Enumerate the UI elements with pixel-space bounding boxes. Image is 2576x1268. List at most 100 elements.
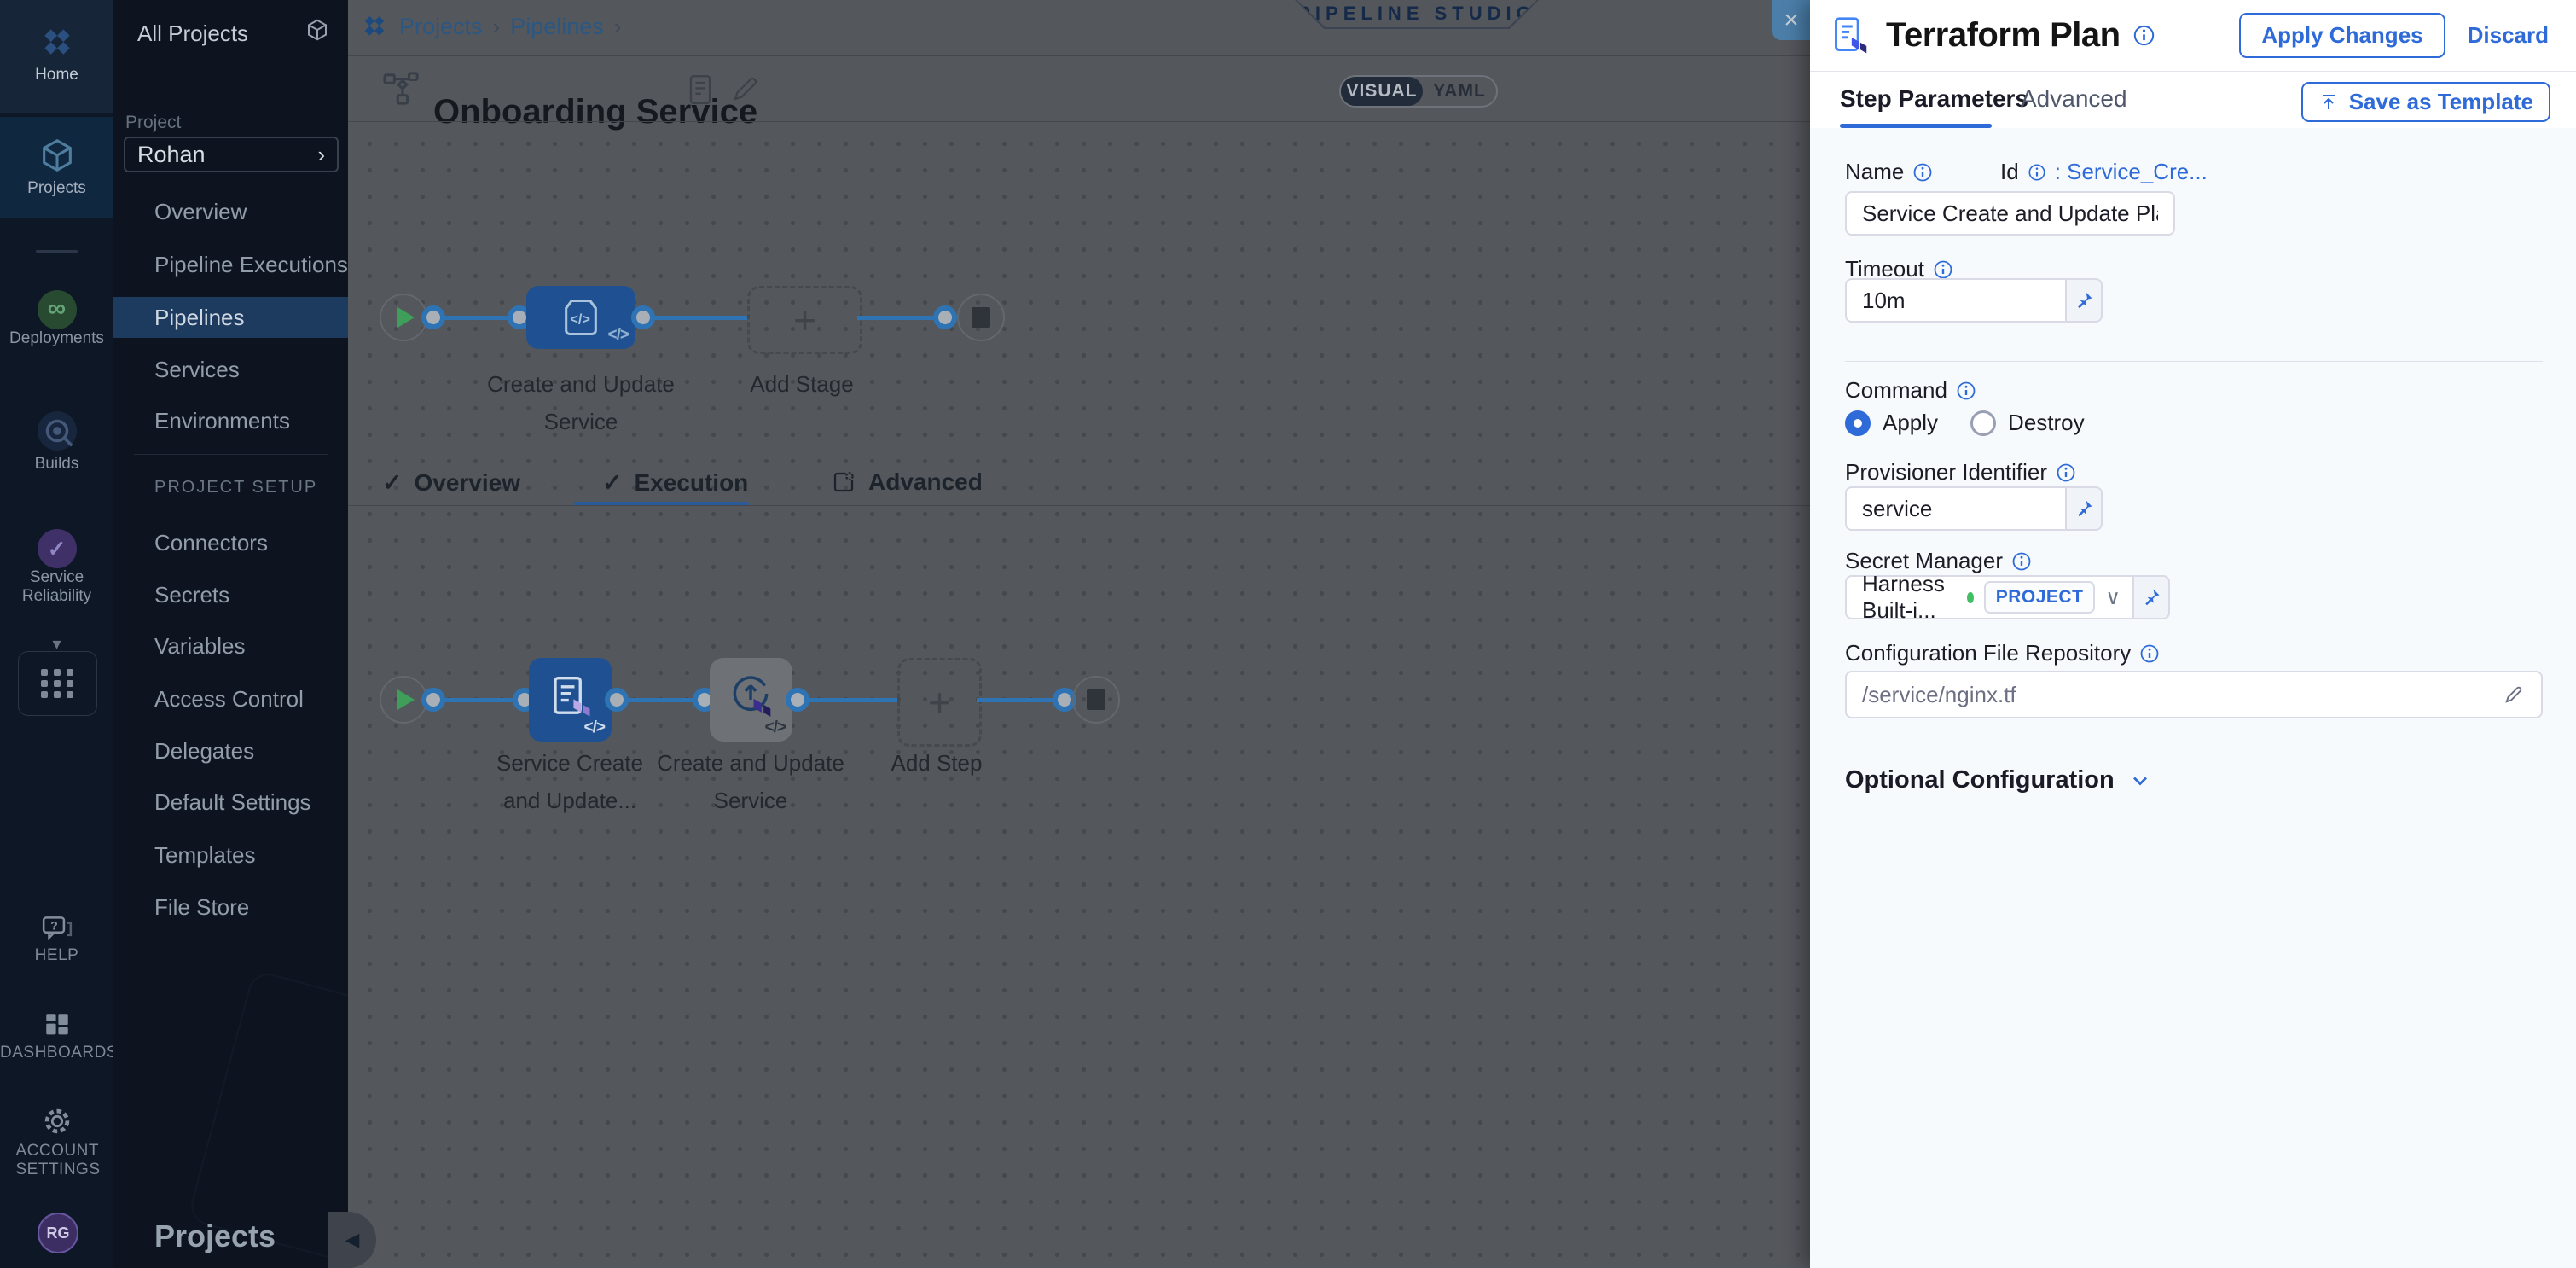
graph-line: [857, 316, 935, 320]
breadcrumb-pipelines[interactable]: Pipelines: [510, 14, 604, 40]
chevron-right-icon: ›: [542, 468, 551, 497]
save-as-template-button[interactable]: Save as Template: [2301, 82, 2550, 122]
fixed-value-pin-button[interactable]: [2132, 575, 2170, 619]
breadcrumb: Projects › Pipelines ›: [360, 12, 621, 41]
chevron-down-icon: [2128, 769, 2152, 793]
sidebar-item-services[interactable]: Services: [113, 349, 348, 390]
apply-changes-button[interactable]: Apply Changes: [2239, 13, 2445, 58]
tab-overview[interactable]: ✓ Overview: [382, 468, 520, 497]
radio-apply-label[interactable]: Apply: [1883, 410, 1938, 436]
graph-line: [808, 698, 897, 702]
graph-connector: [605, 688, 629, 712]
radio-destroy[interactable]: [1970, 410, 1996, 436]
toggle-yaml[interactable]: YAML: [1423, 77, 1496, 106]
close-drawer-button[interactable]: ×: [1772, 0, 1810, 40]
graph-line: [444, 698, 520, 702]
module-grid-button[interactable]: [18, 651, 97, 716]
edit-pencil-icon[interactable]: [2502, 683, 2526, 707]
tab-overview-label: Overview: [414, 469, 520, 497]
tab-advanced[interactable]: Advanced: [831, 468, 983, 496]
stage-end-node: [957, 294, 1005, 341]
rail-item-help[interactable]: ? HELP: [0, 915, 113, 965]
stage-node-create-and-update-service[interactable]: </> </>: [526, 286, 635, 349]
timeout-input[interactable]: [1845, 278, 2065, 323]
plus-icon: +: [928, 683, 951, 722]
add-stage-button[interactable]: +: [747, 286, 862, 354]
project-scope-badge: PROJECT: [1984, 581, 2096, 614]
graph-connector: [786, 688, 809, 712]
id-value-link[interactable]: : Service_Cre...: [2055, 159, 2208, 185]
sidebar-item-access-control[interactable]: Access Control: [113, 678, 348, 719]
tab-execution[interactable]: ✓ Execution: [602, 468, 748, 497]
sidebar-item-variables[interactable]: Variables: [113, 625, 348, 666]
rail-item-account-settings[interactable]: ACCOUNT SETTINGS: [0, 1105, 113, 1179]
tab-advanced[interactable]: Advanced: [2021, 85, 2127, 113]
radio-destroy-label[interactable]: Destroy: [2008, 410, 2085, 436]
discard-button[interactable]: Discard: [2468, 22, 2549, 49]
edit-pencil-icon[interactable]: [730, 73, 761, 104]
command-label-text: Command: [1845, 377, 1947, 404]
id-label-text: Id: [2000, 159, 2019, 185]
chevron-right-icon: ›: [614, 14, 622, 40]
info-icon: [1912, 162, 1933, 183]
chevron-right-icon: ›: [768, 468, 776, 497]
optional-configuration-toggle[interactable]: Optional Configuration: [1845, 766, 2152, 794]
all-projects-link[interactable]: All Projects: [137, 20, 248, 47]
toggle-visual[interactable]: VISUAL: [1341, 77, 1423, 106]
name-input[interactable]: [1845, 191, 2175, 236]
project-selector[interactable]: Rohan ›: [124, 137, 339, 172]
sidebar-item-delegates[interactable]: Delegates: [113, 730, 348, 771]
graph-line: [653, 316, 747, 320]
tab-step-parameters[interactable]: Step Parameters: [1840, 85, 2028, 113]
step-node-terraform-apply[interactable]: </>: [710, 658, 792, 742]
rail-item-home[interactable]: Home: [0, 0, 113, 113]
all-projects-cube-icon[interactable]: [305, 17, 330, 43]
harness-logo-icon: [360, 12, 389, 41]
provisioner-field-label: Provisioner Identifier: [1845, 459, 2076, 486]
rail-item-dashboards[interactable]: DASHBOARDS: [0, 1010, 113, 1062]
sidebar-item-file-store[interactable]: File Store: [113, 887, 348, 928]
terraform-plan-doc-icon: [1831, 15, 1869, 57]
sidebar-item-pipeline-executions[interactable]: Pipeline Executions: [113, 244, 348, 285]
config-repo-input[interactable]: /service/nginx.tf: [1845, 671, 2543, 718]
step-node-terraform-plan[interactable]: </>: [529, 658, 612, 742]
rail-item-projects[interactable]: Projects: [0, 117, 113, 218]
sidebar-item-overview[interactable]: Overview: [113, 191, 348, 232]
add-step-button[interactable]: +: [897, 658, 982, 747]
graph-connector: [421, 688, 445, 712]
project-setup-header: PROJECT SETUP: [154, 478, 317, 497]
chevron-right-icon: ›: [317, 142, 325, 168]
rail-label-builds: Builds: [0, 455, 113, 474]
fixed-value-pin-button[interactable]: [2065, 278, 2103, 323]
config-repo-value: /service/nginx.tf: [1862, 682, 2016, 708]
info-icon: [2139, 643, 2160, 664]
project-selector-value: Rohan: [137, 142, 206, 168]
sidebar-item-connectors[interactable]: Connectors: [113, 522, 348, 563]
rail-item-builds[interactable]: Builds: [0, 411, 113, 474]
secret-manager-value: Harness Built-i...: [1862, 571, 1957, 624]
stage-tab-bar: ✓ Overview › ✓ Execution › Advanced: [348, 465, 1810, 506]
info-icon: [2011, 551, 2032, 572]
secret-manager-select[interactable]: Harness Built-i... PROJECT ∨: [1845, 575, 2132, 619]
breadcrumb-projects[interactable]: Projects: [399, 14, 483, 40]
help-chat-icon: ?: [41, 915, 73, 942]
user-avatar[interactable]: RG: [38, 1213, 78, 1253]
pipeline-notes-icon[interactable]: [688, 73, 713, 106]
sidebar-item-default-settings[interactable]: Default Settings: [113, 782, 348, 823]
check-icon: ✓: [602, 468, 622, 497]
radio-apply[interactable]: [1845, 410, 1871, 436]
provisioner-input[interactable]: [1845, 486, 2065, 531]
sidebar-item-templates[interactable]: Templates: [113, 835, 348, 875]
header-divider: [348, 55, 1810, 56]
name-field-label: Name: [1845, 159, 1933, 185]
terraform-plan-icon: [548, 673, 594, 719]
sidebar-item-pipelines[interactable]: Pipelines: [113, 297, 348, 338]
info-icon: [1933, 259, 1953, 280]
add-stage-label: Add Stage: [691, 365, 913, 403]
rail-item-service-reliability[interactable]: ✓ Service Reliability: [0, 529, 113, 606]
project-field-label: Project: [125, 113, 181, 133]
rail-item-deployments[interactable]: ∞ Deployments: [0, 290, 113, 348]
sidebar-item-environments[interactable]: Environments: [113, 400, 348, 441]
fixed-value-pin-button[interactable]: [2065, 486, 2103, 531]
sidebar-item-secrets[interactable]: Secrets: [113, 574, 348, 615]
